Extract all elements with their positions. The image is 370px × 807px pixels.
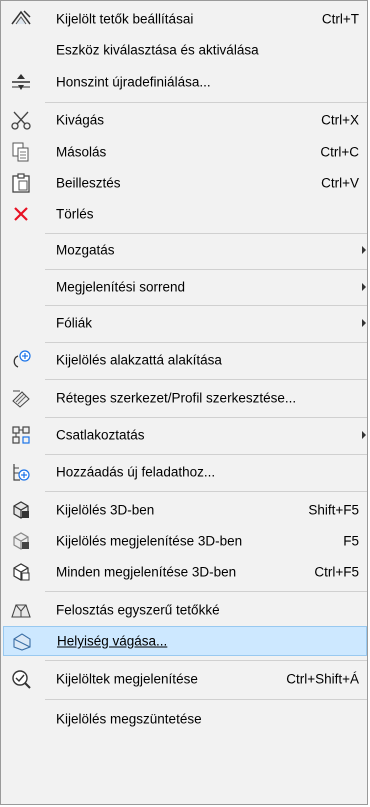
roof-settings-icon xyxy=(9,7,33,31)
menu-item-move[interactable]: Mozgatás xyxy=(3,235,367,265)
menu-separator xyxy=(45,305,367,306)
menu-separator xyxy=(45,269,367,270)
menu-item-roof-settings[interactable]: Kijelölt tetők beállításai Ctrl+T xyxy=(3,4,367,34)
menu-item-shortcut: Ctrl+T xyxy=(321,11,359,27)
submenu-arrow-icon xyxy=(362,431,366,439)
menu-item-label: Fóliák xyxy=(56,315,93,331)
menu-item-label: Beillesztés xyxy=(56,175,121,191)
menu-item-label: Csatlakoztatás xyxy=(56,427,145,443)
level-icon xyxy=(9,70,33,94)
scissors-icon xyxy=(9,108,33,132)
submenu-arrow-icon xyxy=(362,319,366,327)
menu-item-label: Honszint újradefiniálása... xyxy=(56,74,211,90)
menu-item-copy[interactable]: Másolás Ctrl+C xyxy=(3,137,367,167)
menu-separator xyxy=(45,342,367,343)
menu-item-paste[interactable]: Beillesztés Ctrl+V xyxy=(3,168,367,198)
menu-item-label: Kivágás xyxy=(56,112,105,128)
menu-item-add-to-new-task[interactable]: Hozzáadás új feladathoz... xyxy=(3,457,367,487)
menu-item-room-cut[interactable]: Helyiség vágása... xyxy=(3,626,367,656)
layered-structure-icon xyxy=(9,386,33,410)
menu-item-show-selected[interactable]: Kijelöltek megjelenítése Ctrl+Shift+Á xyxy=(3,664,367,694)
menu-item-label: Eszköz kiválasztása és aktiválása xyxy=(56,42,259,58)
menu-item-label: Felosztás egyszerű tetőkké xyxy=(56,602,220,618)
menu-item-redefine-level[interactable]: Honszint újradefiniálása... xyxy=(3,67,367,97)
menu-item-label: Helyiség vágása... xyxy=(57,633,168,649)
menu-separator xyxy=(45,233,367,234)
add-task-icon xyxy=(9,460,33,484)
menu-item-display-order[interactable]: Megjelenítési sorrend xyxy=(3,272,367,302)
show-selection-3d-icon xyxy=(9,529,33,553)
menu-item-shortcut: Ctrl+C xyxy=(320,144,359,160)
delete-x-icon xyxy=(9,202,33,226)
menu-item-connect[interactable]: Csatlakoztatás xyxy=(3,420,367,450)
menu-item-show-selection-in-3d[interactable]: Kijelölés megjelenítése 3D-ben F5 xyxy=(3,526,367,556)
menu-item-label: Kijelöltek megjelenítése xyxy=(56,671,198,687)
menu-separator xyxy=(45,417,367,418)
menu-item-shortcut: Shift+F5 xyxy=(308,502,359,518)
menu-item-select-in-3d[interactable]: Kijelölés 3D-ben Shift+F5 xyxy=(3,495,367,525)
menu-item-delete[interactable]: Törlés xyxy=(3,199,367,229)
connect-icon xyxy=(9,423,33,447)
show-all-3d-icon xyxy=(9,560,33,584)
menu-item-split-simple-roofs[interactable]: Felosztás egyszerű tetőkké xyxy=(3,595,367,625)
menu-item-label: Törlés xyxy=(56,206,94,222)
submenu-arrow-icon xyxy=(362,283,366,291)
menu-item-layers[interactable]: Fóliák xyxy=(3,308,367,338)
split-roof-icon xyxy=(9,598,33,622)
menu-item-label: Megjelenítési sorrend xyxy=(56,279,186,295)
menu-item-label: Kijelölés 3D-ben xyxy=(56,502,155,518)
menu-item-shortcut: Ctrl+F5 xyxy=(314,564,359,580)
menu-separator xyxy=(45,379,367,380)
select-3d-icon xyxy=(9,498,33,522)
copy-icon xyxy=(9,140,33,164)
menu-item-cut[interactable]: Kivágás Ctrl+X xyxy=(3,105,367,135)
menu-separator xyxy=(45,454,367,455)
menu-item-convert-selection[interactable]: Kijelölés alakzattá alakítása xyxy=(3,345,367,375)
menu-item-label: Kijelölt tetők beállításai xyxy=(56,11,194,27)
menu-separator xyxy=(45,102,367,103)
menu-item-label: Másolás xyxy=(56,144,107,160)
menu-separator xyxy=(45,491,367,492)
menu-item-shortcut: F5 xyxy=(343,533,359,549)
room-cut-icon xyxy=(10,629,34,653)
menu-item-label: Hozzáadás új feladathoz... xyxy=(56,464,216,480)
menu-item-label: Kijelölés megszüntetése xyxy=(56,711,202,727)
menu-item-label: Kijelölés megjelenítése 3D-ben xyxy=(56,533,243,549)
menu-item-shortcut: Ctrl+X xyxy=(321,112,359,128)
menu-item-show-all-in-3d[interactable]: Minden megjelenítése 3D-ben Ctrl+F5 xyxy=(3,557,367,587)
convert-shape-icon xyxy=(9,348,33,372)
menu-separator xyxy=(45,699,367,700)
menu-item-deselect[interactable]: Kijelölés megszüntetése xyxy=(3,704,367,734)
submenu-arrow-icon xyxy=(362,246,366,254)
menu-item-label: Minden megjelenítése 3D-ben xyxy=(56,564,237,580)
paste-icon xyxy=(9,171,33,195)
menu-item-label: Kijelölés alakzattá alakítása xyxy=(56,352,222,368)
menu-item-shortcut: Ctrl+Shift+Á xyxy=(286,671,359,687)
menu-item-shortcut: Ctrl+V xyxy=(321,175,359,191)
menu-item-label: Réteges szerkezet/Profil szerkesztése... xyxy=(56,390,297,406)
menu-item-edit-layered-structure[interactable]: Réteges szerkezet/Profil szerkesztése... xyxy=(3,383,367,413)
menu-item-select-activate-tool[interactable]: Eszköz kiválasztása és aktiválása xyxy=(3,35,367,65)
context-menu: Kijelölt tetők beállításai Ctrl+T Eszköz… xyxy=(0,0,368,805)
menu-item-label: Mozgatás xyxy=(56,242,115,258)
show-selected-icon xyxy=(9,667,33,691)
menu-separator xyxy=(45,660,367,661)
menu-separator xyxy=(45,591,367,592)
